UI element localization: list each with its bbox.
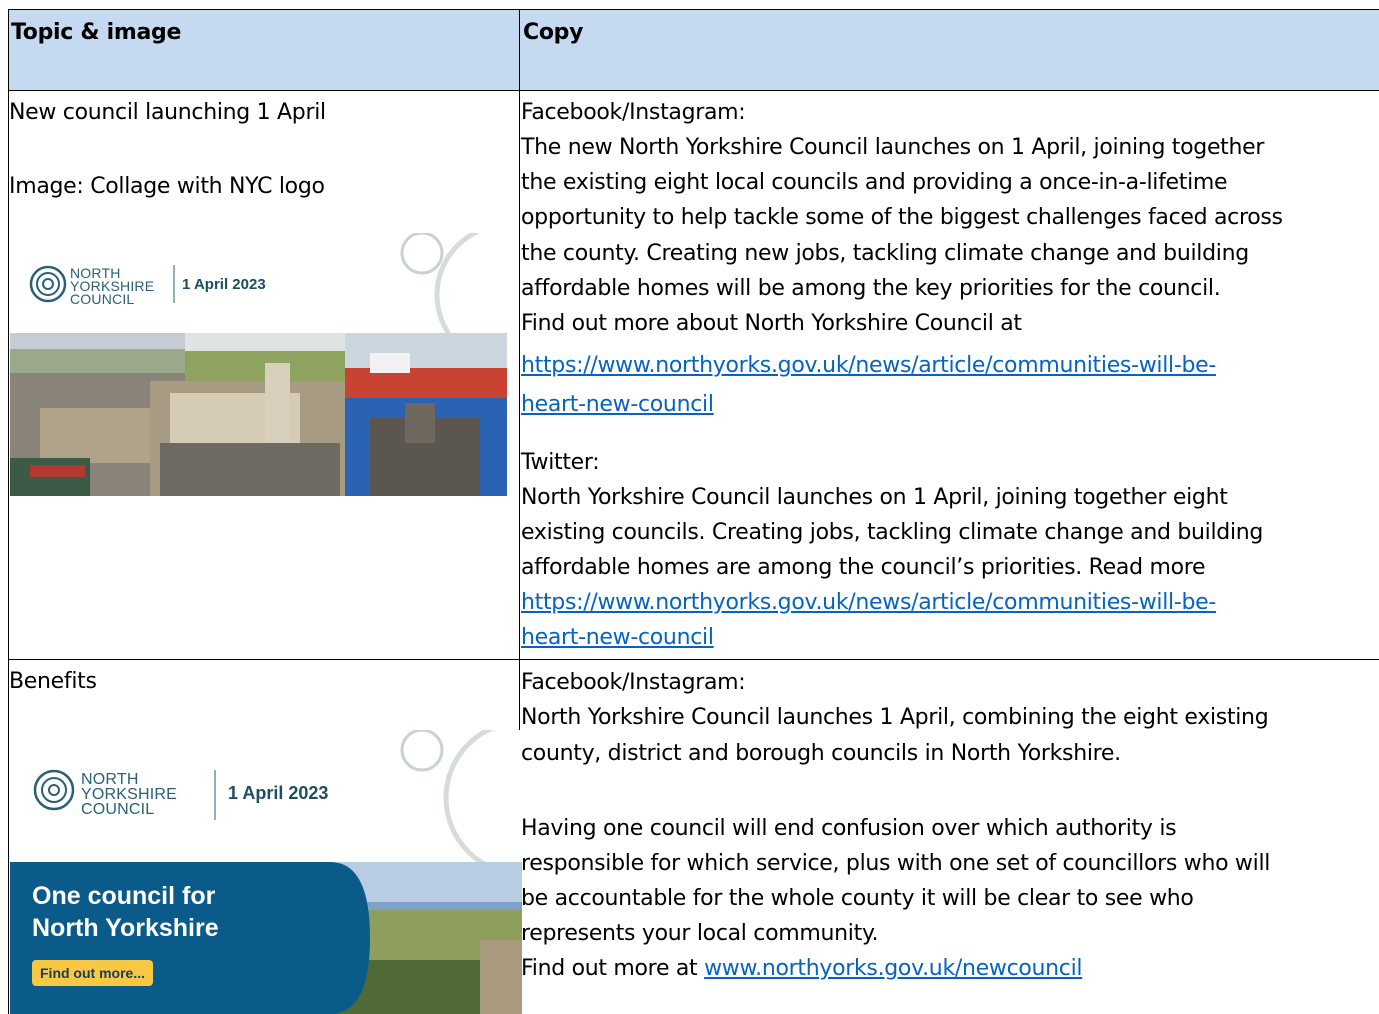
- row1-fb-line: Find out more about North Yorkshire Coun…: [521, 311, 1022, 336]
- row2-newcouncil-link[interactable]: www.northyorks.gov.uk/newcouncil: [704, 956, 1082, 981]
- table-header-divider: [8, 90, 1379, 91]
- row2-fb-line: North Yorkshire Council launches 1 April…: [521, 705, 1269, 730]
- row1-fb-line: opportunity to help tackle some of the b…: [521, 205, 1283, 230]
- decor-circle-small: [400, 730, 444, 772]
- row2-fb-line: represents your local community.: [521, 921, 879, 946]
- row1-fb-line: the existing eight local councils and pr…: [521, 170, 1228, 195]
- benefits-image: NORTH YORKSHIRE COUNCIL 1 April 2023 One…: [10, 730, 522, 1014]
- table-border-left: [8, 9, 9, 1014]
- row1-tw-line: affordable homes are among the council’s…: [521, 555, 1206, 580]
- logo-line-yorkshire: YORKSHIRE: [81, 786, 178, 803]
- row1-fb-heading: Facebook/Instagram:: [521, 100, 746, 125]
- row2-fb-heading: Facebook/Instagram:: [521, 670, 746, 695]
- logo-wordmark: NORTH YORKSHIRE COUNCIL: [81, 771, 178, 818]
- decor-circle-small: [400, 233, 444, 275]
- logo-line-council: COUNCIL: [70, 291, 135, 307]
- logo-line-council: COUNCIL: [81, 801, 155, 818]
- logo-date: 1 April 2023: [228, 783, 329, 803]
- row1-tw-line: North Yorkshire Council launches on 1 Ap…: [521, 485, 1228, 510]
- row1-fb-line: The new North Yorkshire Council launches…: [521, 135, 1265, 160]
- row1-fb-line: the county. Creating new jobs, tackling …: [521, 241, 1249, 266]
- promo-title-line1: One council for: [32, 882, 216, 910]
- row2-fb-line: Having one council will end confusion ov…: [521, 816, 1177, 841]
- header-topic: Topic & image: [11, 20, 182, 45]
- table-header-row: [9, 10, 1379, 90]
- row2-fb-line: responsible for which service, plus with…: [521, 851, 1271, 876]
- decor-circle-large: [443, 730, 522, 877]
- logo-date: 1 April 2023: [182, 276, 266, 293]
- row2-find-out-prefix: Find out more at: [521, 956, 705, 981]
- find-out-more-button[interactable]: Find out more...: [32, 960, 153, 986]
- row1-fb-line: affordable homes will be among the key p…: [521, 276, 1221, 301]
- row1-fb-link-line1[interactable]: https://www.northyorks.gov.uk/news/artic…: [521, 351, 1216, 380]
- row1-fb-link-line2[interactable]: heart-new-council: [521, 390, 714, 419]
- row1-image-caption: Image: Collage with NYC logo: [9, 174, 325, 199]
- promo-title-line2: North Yorkshire: [32, 914, 219, 942]
- row1-tw-link-line1[interactable]: https://www.northyorks.gov.uk/news/artic…: [521, 588, 1216, 617]
- header-copy: Copy: [523, 20, 584, 45]
- row1-tw-link-line2[interactable]: heart-new-council: [521, 623, 714, 652]
- row2-find-out-more: Find out more at www.northyorks.gov.uk/n…: [521, 954, 1083, 983]
- row2-fb-line: county, district and borough councils in…: [521, 741, 1121, 766]
- row2-topic: Benefits: [9, 669, 97, 694]
- rose-logo-icon: [29, 265, 67, 303]
- logo-line-north: NORTH: [81, 771, 139, 788]
- row1-tw-heading: Twitter:: [521, 450, 600, 475]
- logo-wordmark: NORTH YORKSHIRE COUNCIL: [70, 266, 154, 307]
- collage-image: NORTH YORKSHIRE COUNCIL 1 April 2023: [10, 233, 507, 496]
- row1-topic: New council launching 1 April: [9, 100, 326, 125]
- row2-fb-line: be accountable for the whole county it w…: [521, 886, 1194, 911]
- rose-logo-icon: [33, 769, 75, 811]
- table-row-divider: [8, 659, 1379, 660]
- row1-tw-line: existing councils. Creating jobs, tackli…: [521, 520, 1264, 545]
- table-border-top: [8, 9, 1379, 10]
